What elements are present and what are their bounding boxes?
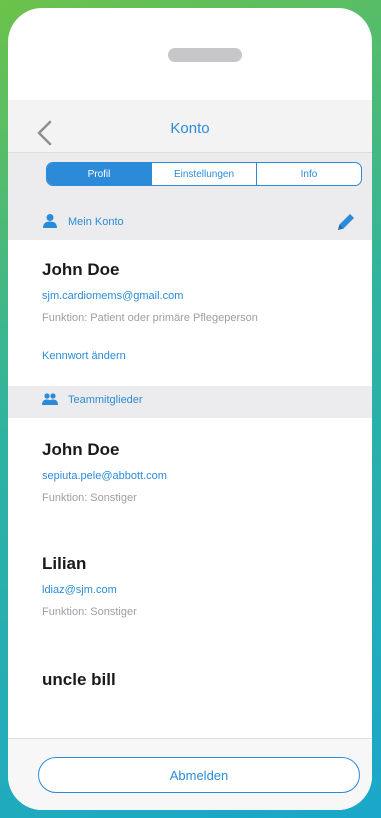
my-account-title: Mein Konto [68,216,124,228]
my-account-card: John Doe sjm.cardiomems@gmail.com Funkti… [8,240,372,386]
account-role: Funktion: Patient oder primäre Pflegeper… [42,312,258,324]
member-name: uncle bill [42,670,116,689]
member-name: Lilian [42,554,87,573]
phone-speaker [168,48,242,62]
tab-profil[interactable]: Profil [47,163,152,185]
tab-info[interactable]: Info [257,163,361,185]
user-icon [43,214,57,228]
team-icon [42,393,58,405]
app-screen: Konto Profil Einstellungen Info Mein Kon… [8,100,372,738]
team-header: Teammitglieder [8,386,372,414]
pencil-icon[interactable] [334,210,358,234]
account-email[interactable]: sjm.cardiomems@gmail.com [42,290,183,302]
logout-button[interactable]: Abmelden [38,757,360,793]
segmented-control: Profil Einstellungen Info [46,162,362,186]
change-password-link[interactable]: Kennwort ändern [42,350,126,362]
footer-bar: Abmelden [8,738,372,810]
team-card: John Doe sepiuta.pele@abbott.com Funktio… [8,418,372,738]
account-name: John Doe [42,260,120,279]
member-email[interactable]: ldiaz@sjm.com [42,584,117,596]
phone-frame: Konto Profil Einstellungen Info Mein Kon… [8,8,372,810]
member-role: Funktion: Sonstiger [42,606,137,618]
member-role: Funktion: Sonstiger [42,492,137,504]
my-account-header: Mein Konto [8,208,372,236]
member-name: John Doe [42,440,120,459]
nav-bar: Konto [8,100,372,153]
team-title: Teammitglieder [68,394,143,406]
page-title: Konto [170,120,210,137]
tab-einstellungen[interactable]: Einstellungen [152,163,257,185]
member-email[interactable]: sepiuta.pele@abbott.com [42,470,167,482]
